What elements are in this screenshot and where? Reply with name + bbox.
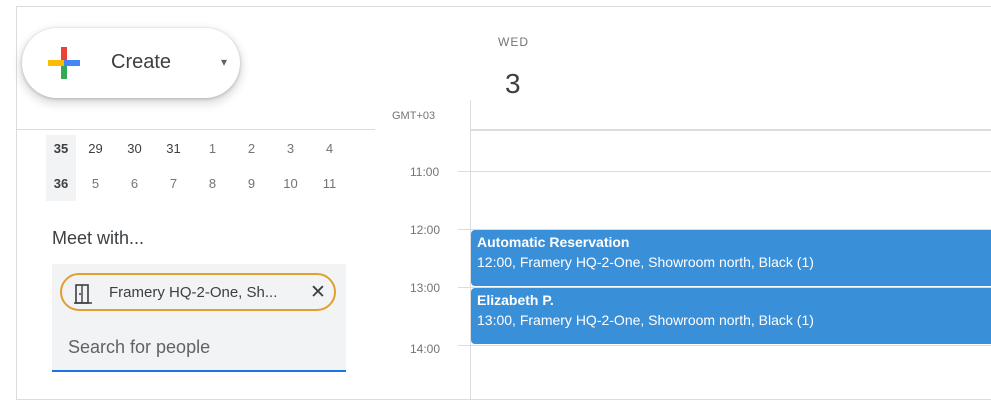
mini-calendar-day[interactable]: 8 xyxy=(193,170,232,198)
mini-calendar-day[interactable]: 2 xyxy=(232,135,271,163)
hour-line xyxy=(470,345,991,346)
mini-calendar-day[interactable]: 9 xyxy=(232,170,271,198)
event-details: 12:00, Framery HQ-2-One, Showroom north,… xyxy=(477,254,814,270)
day-name: WED xyxy=(498,35,529,49)
mini-calendar-day[interactable]: 5 xyxy=(76,170,115,198)
mini-calendar-row: 35 29 30 31 1 2 3 4 xyxy=(46,135,349,163)
chevron-down-icon: ▾ xyxy=(221,55,228,69)
room-chip-label: Framery HQ-2-One, Sh... xyxy=(109,284,278,301)
search-people-input[interactable] xyxy=(68,334,328,360)
event-title: Automatic Reservation xyxy=(477,234,630,250)
mini-calendar-day[interactable]: 31 xyxy=(154,135,193,163)
timezone-label: GMT+03 xyxy=(392,110,436,122)
time-label: 12:00 xyxy=(410,223,441,237)
event-title: Elizabeth P. xyxy=(477,292,554,308)
day-number[interactable]: 3 xyxy=(505,68,521,100)
meet-with-heading: Meet with... xyxy=(52,228,145,248)
plus-icon xyxy=(48,47,80,79)
header-divider xyxy=(470,129,991,131)
hour-tick xyxy=(458,171,470,172)
week-number: 35 xyxy=(46,135,76,163)
hour-tick xyxy=(458,345,470,346)
create-label: Create xyxy=(111,51,172,73)
time-label: 11:00 xyxy=(410,165,440,179)
create-button[interactable]: Create ▾ xyxy=(22,28,240,98)
hour-tick xyxy=(458,229,470,230)
mini-calendar-day[interactable]: 1 xyxy=(193,135,232,163)
room-chip[interactable]: Framery HQ-2-One, Sh... ✕ xyxy=(60,273,336,311)
sidebar-divider xyxy=(17,129,375,130)
week-number: 36 xyxy=(46,170,76,198)
mini-calendar-day[interactable]: 7 xyxy=(154,170,193,198)
mini-calendar-day[interactable]: 6 xyxy=(115,170,154,198)
mini-calendar-day[interactable]: 10 xyxy=(271,170,310,198)
mini-calendar-day[interactable]: 3 xyxy=(271,135,310,163)
mini-calendar-row: 36 5 6 7 8 9 10 11 xyxy=(46,170,349,198)
time-label: 13:00 xyxy=(410,281,441,295)
close-icon[interactable]: ✕ xyxy=(310,281,326,304)
time-label: 14:00 xyxy=(410,342,441,356)
search-underline xyxy=(52,370,346,372)
mini-calendar-day[interactable]: 30 xyxy=(115,135,154,163)
event-details: 13:00, Framery HQ-2-One, Showroom north,… xyxy=(477,312,814,328)
mini-calendar-day[interactable]: 29 xyxy=(76,135,115,163)
door-icon xyxy=(74,284,92,304)
calendar-event[interactable]: Automatic Reservation 12:00, Framery HQ-… xyxy=(471,230,991,286)
calendar-event[interactable]: Elizabeth P. 13:00, Framery HQ-2-One, Sh… xyxy=(471,288,991,344)
mini-calendar-day[interactable]: 11 xyxy=(310,170,349,198)
mini-calendar-day[interactable]: 4 xyxy=(310,135,349,163)
hour-line xyxy=(470,171,991,172)
hour-tick xyxy=(458,287,470,288)
